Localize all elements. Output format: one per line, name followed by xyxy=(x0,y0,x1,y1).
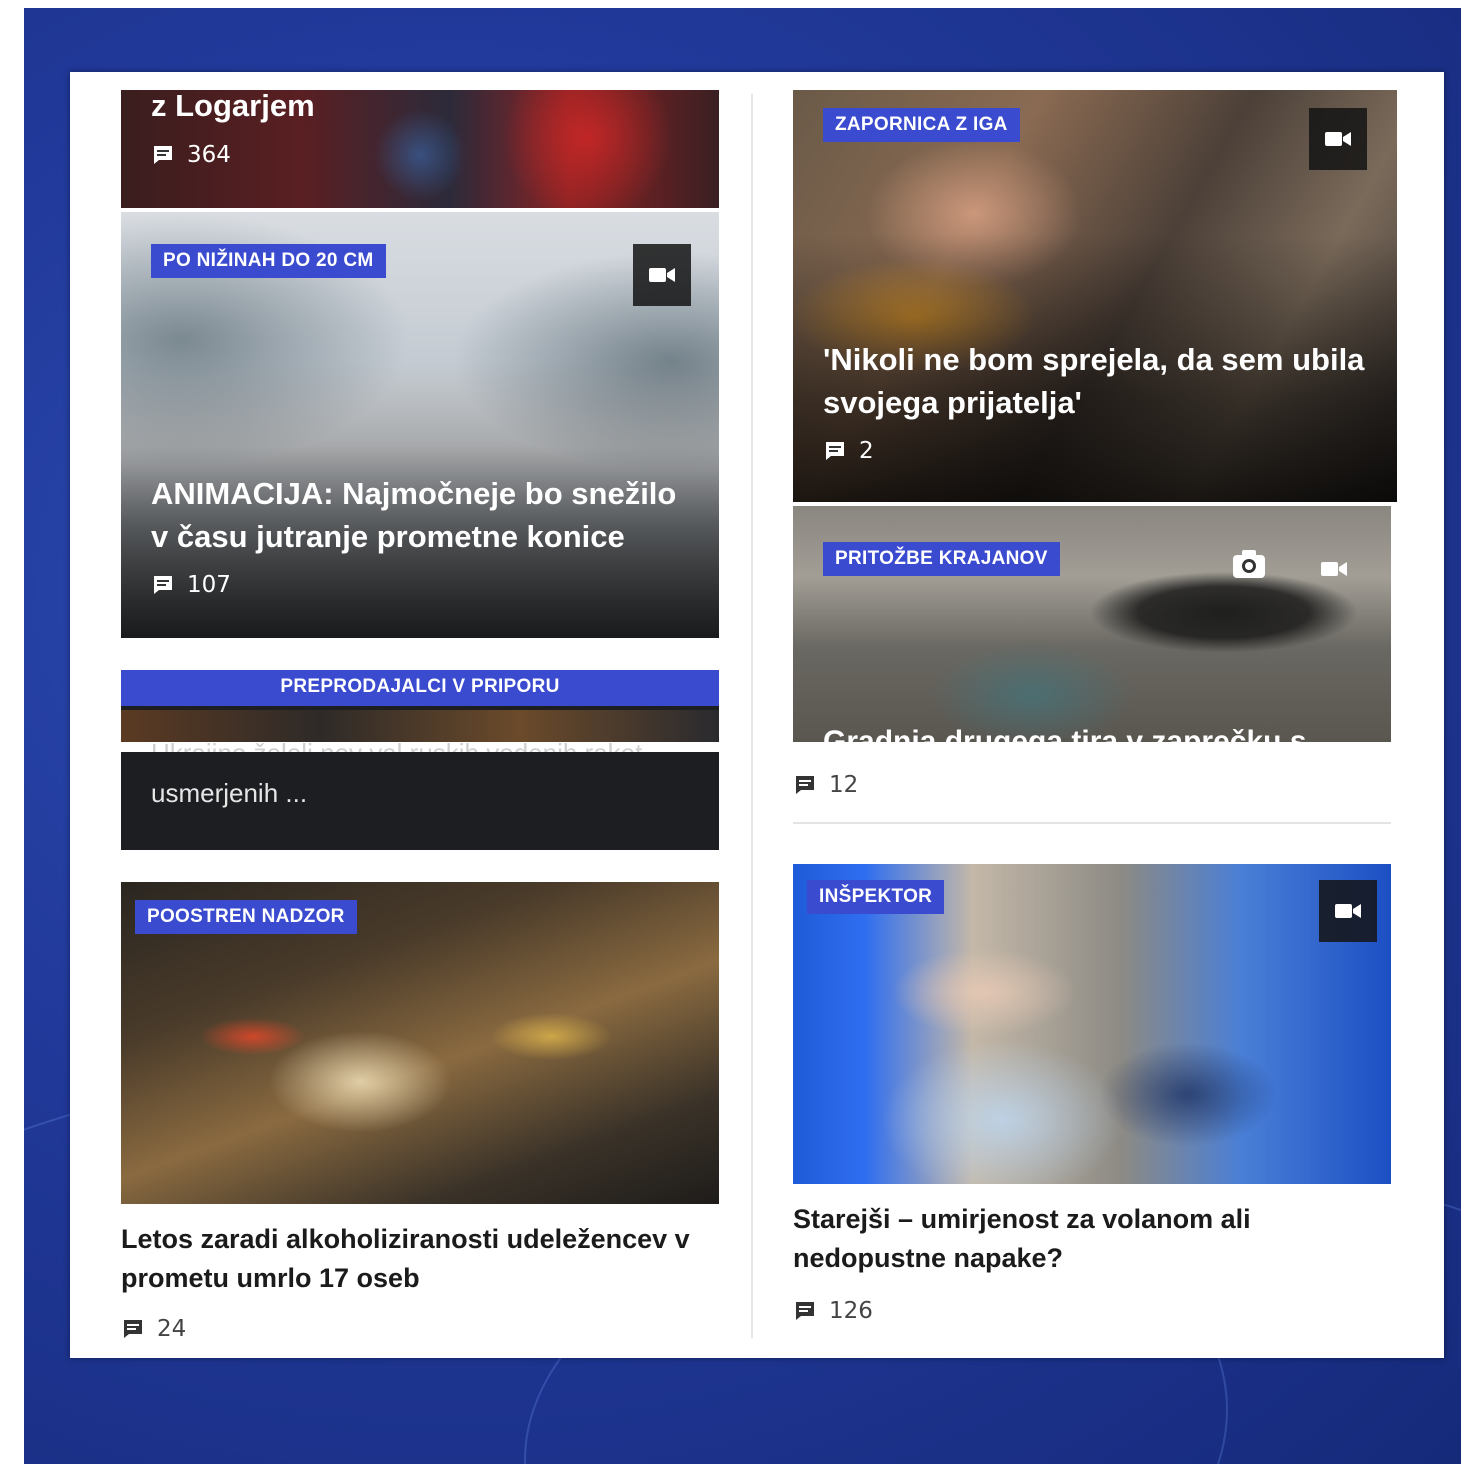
comment-icon xyxy=(796,1302,814,1320)
video-button[interactable] xyxy=(1305,538,1363,600)
video-button[interactable] xyxy=(1309,108,1367,170)
comment-count: 24 xyxy=(157,1316,187,1342)
news-panel: z Logarjem 364 PO NIŽINAH DO 20 CM ANIMA… xyxy=(70,72,1444,1358)
article-comments: 24 xyxy=(121,1316,186,1342)
article-comments: 12 xyxy=(793,772,858,798)
comment-count: 2 xyxy=(859,438,874,464)
article-title[interactable]: Starejši – umirjenost za volanom ali ned… xyxy=(793,1200,1353,1278)
video-button[interactable] xyxy=(633,244,691,306)
article-card-logar[interactable]: z Logarjem 364 xyxy=(121,90,719,208)
article-card-alcohol[interactable]: POOSTREN NADZOR xyxy=(121,882,719,1204)
article-tag[interactable]: INŠPEKTOR xyxy=(807,880,945,914)
article-tag[interactable]: ZAPORNICA Z IGA xyxy=(823,108,1020,142)
article-card-snow[interactable]: PO NIŽINAH DO 20 CM ANIMACIJA: Najmočnej… xyxy=(121,212,719,638)
article-title[interactable]: z Logarjem xyxy=(151,90,315,127)
article-tag[interactable]: PREPRODAJALCI V PRIPORU xyxy=(121,670,719,706)
comment-icon xyxy=(124,1320,142,1338)
comment-count: 126 xyxy=(829,1298,873,1324)
article-separator xyxy=(793,822,1391,824)
video-icon xyxy=(1321,562,1347,576)
comment-count: 107 xyxy=(187,572,231,598)
article-title[interactable]: usmerjenih ... xyxy=(151,778,307,809)
article-title[interactable]: 'Nikoli ne bom sprejela, da sem ubila sv… xyxy=(823,338,1383,424)
video-icon xyxy=(1325,132,1351,146)
article-title-partial[interactable]: Gradnja drugega tira v zaprečku s xyxy=(823,724,1307,742)
article-comments: 2 xyxy=(823,438,874,464)
video-button[interactable] xyxy=(1319,880,1377,942)
article-title[interactable]: ANIMACIJA: Najmočneje bo snežilo v času … xyxy=(151,472,691,558)
article-tag[interactable]: PRITOŽBE KRAJANOV xyxy=(823,542,1060,576)
video-icon xyxy=(649,268,675,282)
article-card-tunnel[interactable]: PRITOŽBE KRAJANOV Gradnja drugega tira v… xyxy=(793,506,1391,742)
column-divider xyxy=(751,94,753,1338)
comment-count: 12 xyxy=(829,772,859,798)
comment-icon xyxy=(154,146,172,164)
comment-icon xyxy=(826,442,844,460)
comment-icon xyxy=(154,576,172,594)
camera-icon[interactable] xyxy=(1231,546,1267,582)
article-comments: 107 xyxy=(151,572,231,598)
article-title-partial[interactable]: Ukrajino želeli nov val ruskih vodenih r… xyxy=(151,738,650,752)
comment-icon xyxy=(796,776,814,794)
article-tag[interactable]: PO NIŽINAH DO 20 CM xyxy=(151,244,386,278)
article-card-rockets[interactable]: PREPRODAJALCI V PRIPORU Ukrajino želeli … xyxy=(121,670,719,850)
article-comments: 364 xyxy=(151,142,231,168)
article-card-driver[interactable]: INŠPEKTOR xyxy=(793,864,1391,1184)
video-icon xyxy=(1335,904,1361,918)
article-tag[interactable]: POOSTREN NADZOR xyxy=(135,900,357,934)
article-card-prisoner[interactable]: ZAPORNICA Z IGA 'Nikoli ne bom sprejela,… xyxy=(793,90,1397,502)
article-comments: 126 xyxy=(793,1298,873,1324)
article-title[interactable]: Letos zaradi alkoholiziranosti udeleženc… xyxy=(121,1220,711,1298)
comment-count: 364 xyxy=(187,142,231,168)
